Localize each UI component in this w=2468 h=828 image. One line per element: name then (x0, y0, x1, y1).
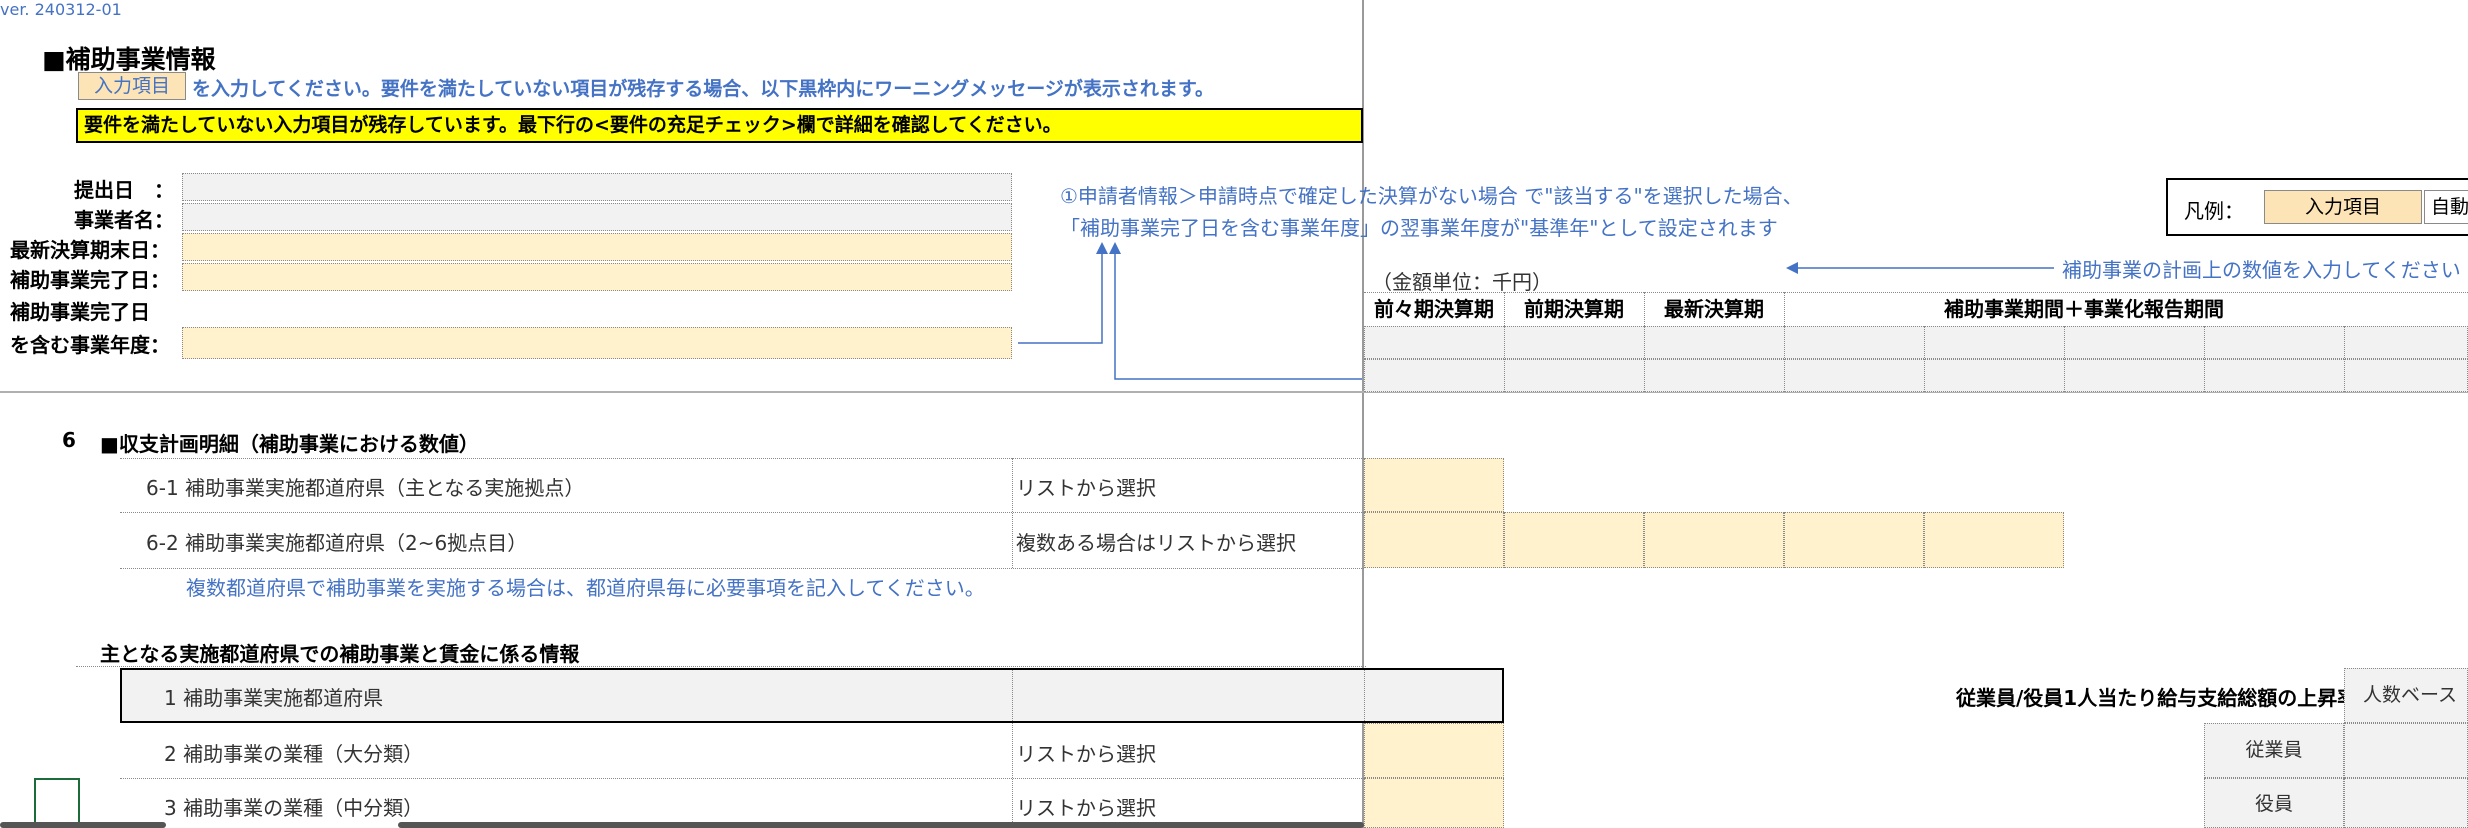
warning-message: 要件を満たしていない入力項目が残存しています。最下行の<要件の充足チェック>欄で… (76, 108, 1363, 143)
row-6-2-select-2[interactable] (1504, 512, 1644, 568)
row-6-1-hint: リストから選択 (1016, 476, 1156, 500)
item-1-label: 1 補助事業実施都道府県 (164, 686, 384, 710)
legend-auto: 自動 (2424, 190, 2468, 224)
officer-value[interactable] (2344, 778, 2468, 828)
sub-section-title: 主となる実施都道府県での補助事業と賃金に係る情報 (100, 642, 580, 666)
row-6-2-select-4[interactable] (1784, 512, 1924, 568)
submit-date-label: 提出日 ： (74, 178, 174, 202)
latest-fiscal-end-field[interactable] (182, 233, 1012, 261)
item-2-label: 2 補助事業の業種（大分類） (164, 742, 424, 766)
legend-label: 凡例： (2184, 199, 2244, 223)
header-prev: 前期決算期 (1524, 297, 1624, 321)
row-6-2-select-3[interactable] (1644, 512, 1784, 568)
employee-value[interactable] (2344, 723, 2468, 778)
row-6-2-label: 6-2 補助事業実施都道府県（2~6拠点目） (146, 531, 528, 555)
company-name-label: 事業者名： (74, 208, 174, 232)
item-3-select[interactable] (1364, 778, 1504, 828)
legend-input-item: 入力項目 (2264, 190, 2422, 224)
header-project-period: 補助事業期間＋事業化報告期間 (1944, 297, 2224, 321)
section-title: ■補助事業情報 (42, 45, 216, 74)
item-3-label: 3 補助事業の業種（中分類） (164, 796, 424, 820)
row-6-2-select-5[interactable] (1924, 512, 2064, 568)
horizontal-scrollbar-left[interactable] (0, 822, 166, 828)
fiscal-year-label-line1: 補助事業完了日 (10, 300, 150, 324)
row-6-1-label: 6-1 補助事業実施都道府県（主となる実施拠点） (146, 476, 585, 500)
latest-fiscal-end-label: 最新決算期末日： (10, 238, 170, 262)
employee-label: 従業員 (2204, 723, 2344, 778)
section6-title: ■収支計画明細（補助事業における数値） (100, 432, 479, 456)
fiscal-year-label-line2: を含む事業年度： (10, 333, 170, 357)
multi-prefecture-note: 複数都道府県で補助事業を実施する場合は、都道府県毎に必要事項を記入してください。 (186, 576, 985, 600)
company-name-field[interactable] (182, 203, 1012, 231)
row-6-1-select[interactable] (1364, 458, 1504, 512)
instruction-text: を入力してください。要件を満たしていない項目が残存する場合、以下黒枠内にワーニン… (192, 78, 1215, 100)
fiscal-year-field[interactable] (182, 327, 1012, 359)
project-completion-label: 補助事業完了日： (10, 268, 170, 292)
selected-cell-indicator[interactable] (34, 778, 80, 828)
project-completion-field[interactable] (182, 263, 1012, 291)
input-item-badge: 入力項目 (78, 72, 186, 100)
row-6-2-select-1[interactable] (1364, 512, 1504, 568)
connector-arrows (1018, 242, 1362, 380)
note-line2: 「補助事業完了日を含む事業年度」の翌事業年度が"基準年"として設定されます (1060, 216, 1778, 240)
unit-label: （金額単位：千円） (1372, 270, 1552, 294)
item-2-hint: リストから選択 (1016, 742, 1156, 766)
grid-row-1 (1364, 326, 2468, 359)
item-2-select[interactable] (1364, 723, 1504, 778)
officer-label: 役員 (2204, 778, 2344, 828)
horizontal-scrollbar-right[interactable] (398, 822, 1364, 828)
row-6-2-hint: 複数ある場合はリストから選択 (1016, 531, 1296, 555)
wage-increase-label: 従業員/役員1人当たり給与支給総額の上昇率 (1956, 686, 2358, 710)
header-latest: 最新決算期 (1664, 297, 1764, 321)
legend-box: 凡例： 入力項目 自動 (2166, 178, 2468, 236)
plan-note-arrow (1786, 262, 2054, 274)
version-label: ver. 240312-01 (0, 0, 122, 19)
grid-row-2 (1364, 359, 2468, 392)
submit-date-field[interactable] (182, 173, 1012, 201)
header-prev-prev: 前々期決算期 (1374, 297, 1494, 321)
item-3-hint: リストから選択 (1016, 796, 1156, 820)
headcount-basis-badge: 人数ベース (2344, 668, 2468, 723)
plan-note: 補助事業の計画上の数値を入力してください (2062, 258, 2461, 282)
section6-number: 6 (62, 428, 76, 452)
note-line1: ①申請者情報＞申請時点で確定した決算がない場合 で"該当する"を選択した場合、 (1060, 184, 1803, 208)
